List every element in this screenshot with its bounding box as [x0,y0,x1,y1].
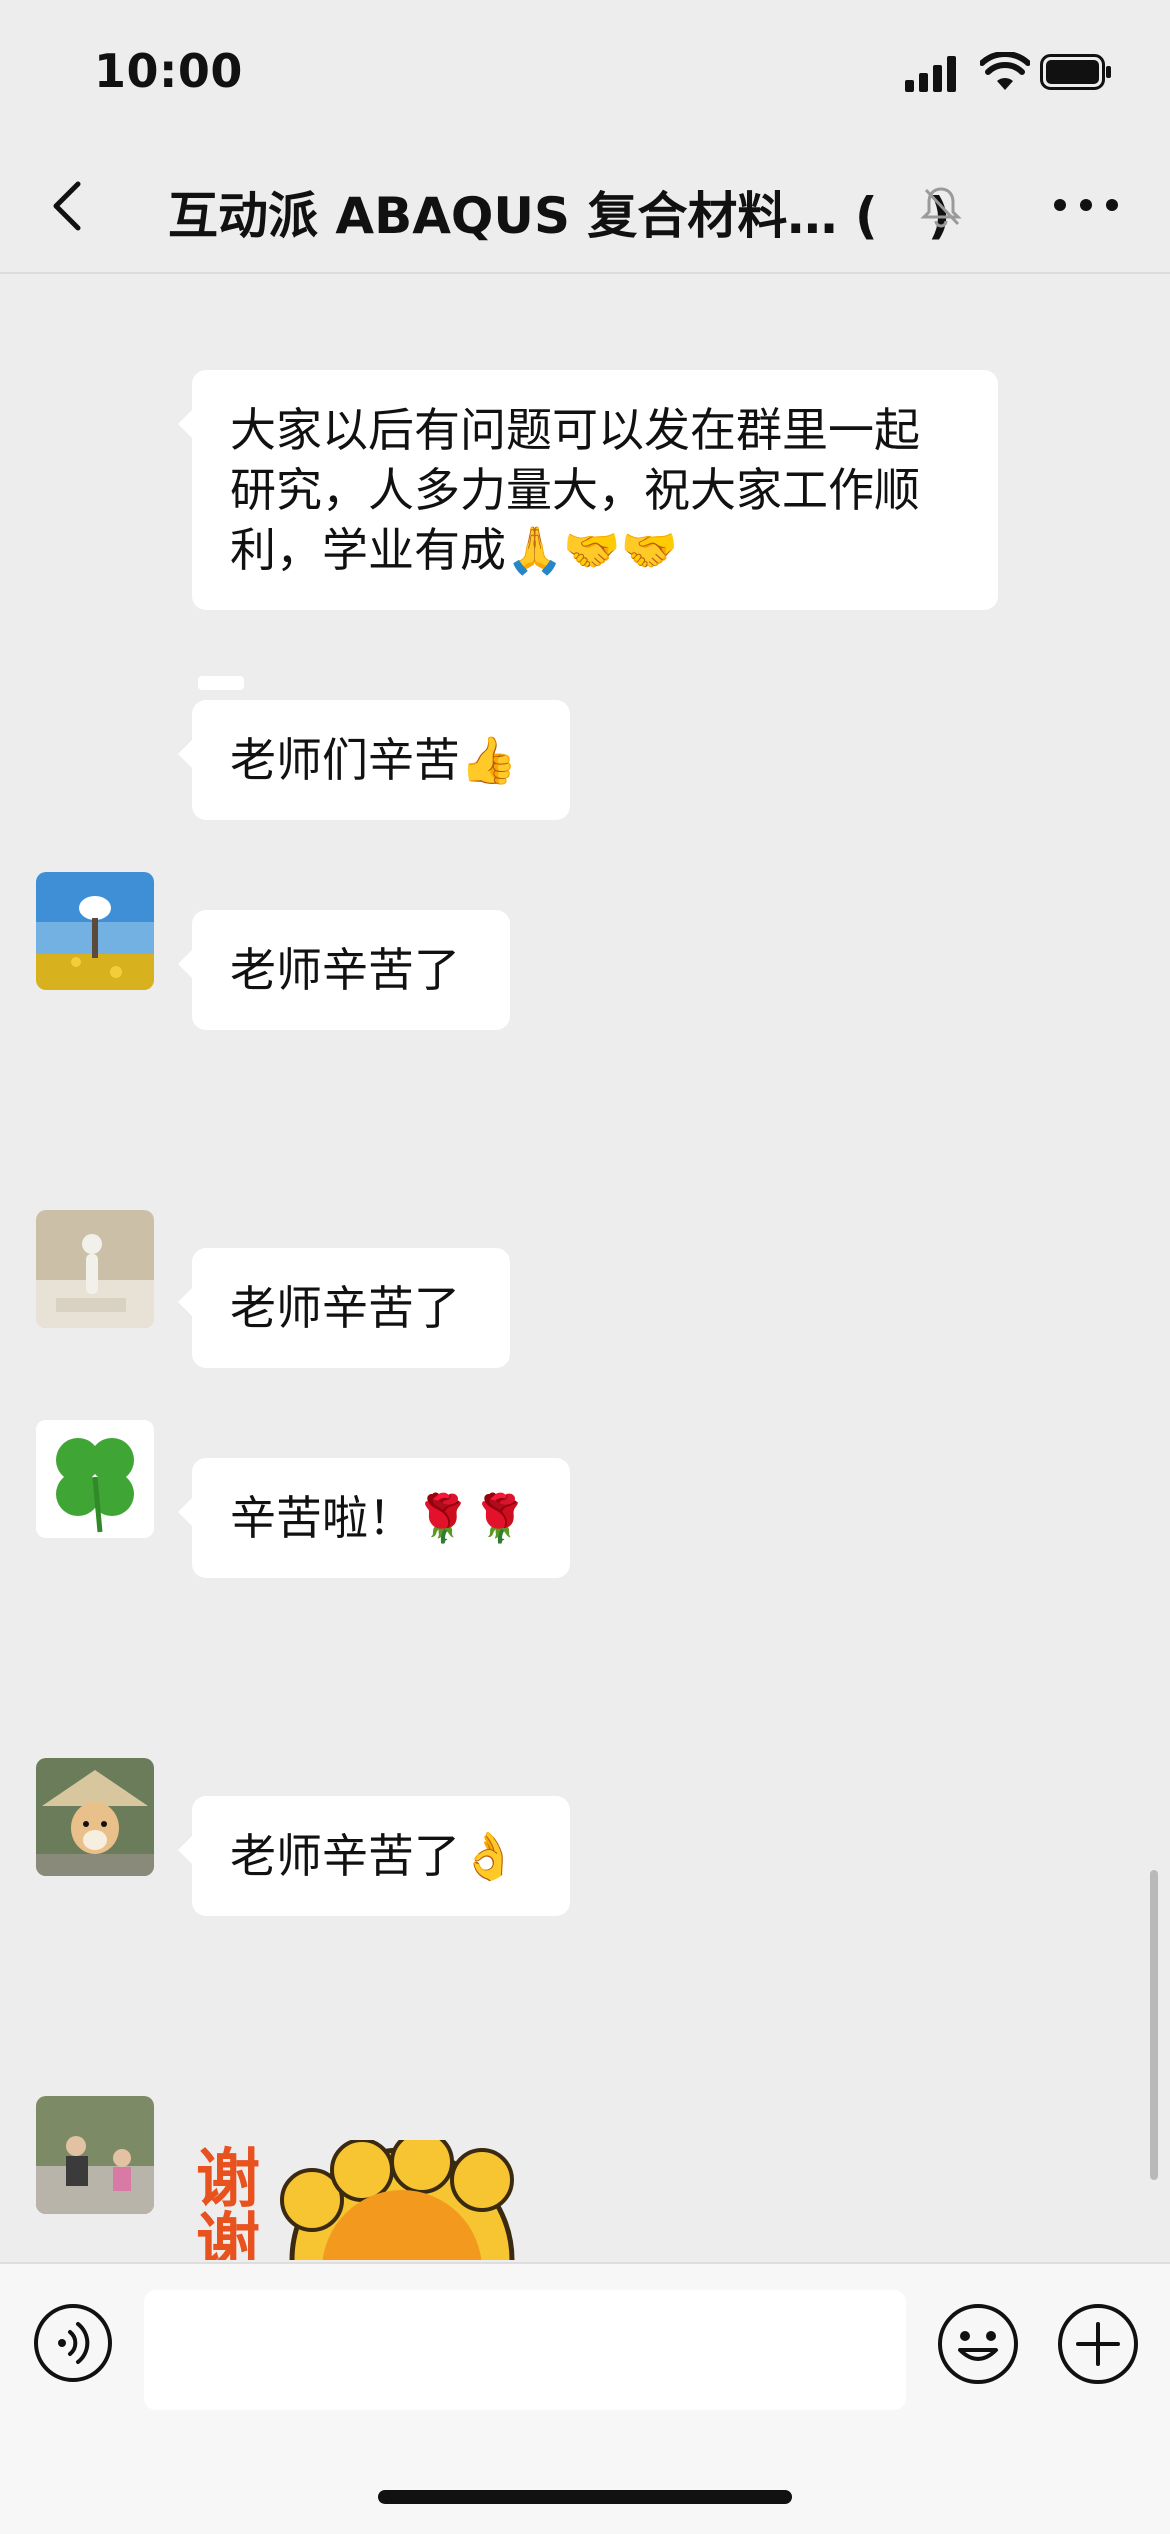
plus-icon[interactable] [1056,2302,1140,2386]
chat-title: 互动派 ABAQUS 复合材料… ( ) [168,187,951,245]
scrollbar[interactable] [1150,1870,1158,2180]
more-options-icon[interactable] [1050,190,1122,220]
figure-photo-avatar[interactable] [36,1210,154,1328]
message-list[interactable]: 大家以后有问题可以发在群里一起研究，人多力量大，祝大家工作顺利，学业有成🙏🤝🤝 … [0,272,1170,2262]
dog-hat-avatar[interactable] [36,1758,154,1876]
status-time: 10:00 [94,44,243,98]
message-input[interactable] [144,2290,906,2410]
message-text: 大家以后有问题可以发在群里一起研究，人多力量大，祝大家工作顺利，学业有成🙏🤝🤝 [230,403,920,577]
people-photo-avatar[interactable] [36,2096,154,2214]
message-text: 老师们辛苦👍 [230,733,518,787]
message-bubble[interactable]: 老师辛苦了 [178,1248,510,1368]
message-text: 老师辛苦了👌 [230,1829,518,1883]
chat-header: 互动派 ABAQUS 复合材料… ( ) [0,140,1170,274]
clover-avatar[interactable] [36,1420,154,1538]
message-text: 老师辛苦了 [230,1281,460,1335]
back-arrow-icon[interactable] [40,178,96,234]
voice-input-icon[interactable] [32,2302,114,2384]
status-bar: 10:00 [0,0,1170,140]
cellular-signal-icon [905,56,956,92]
message-bubble[interactable]: 辛苦啦！🌹🌹 [178,1458,570,1578]
home-indicator[interactable] [378,2490,792,2504]
field-photo-avatar[interactable] [36,872,154,990]
battery-icon [1040,54,1111,90]
message-bubble[interactable]: 老师辛苦了👌 [178,1796,570,1916]
message-bubble[interactable]: 老师辛苦了 [178,910,510,1030]
thank-you-sticker[interactable]: 谢谢 [192,2140,552,2260]
sticker-text: 谢谢 [196,2143,260,2260]
message-bubble[interactable]: 大家以后有问题可以发在群里一起研究，人多力量大，祝大家工作顺利，学业有成🙏🤝🤝 [178,370,998,610]
mute-bell-icon [920,187,962,228]
message-text: 老师辛苦了 [230,943,460,997]
message-text: 辛苦啦！🌹🌹 [230,1491,529,1545]
emoji-icon[interactable] [936,2302,1020,2386]
sender-name-fragment [198,676,244,690]
message-bubble[interactable]: 老师们辛苦👍 [178,700,570,820]
wifi-icon [980,52,1030,90]
